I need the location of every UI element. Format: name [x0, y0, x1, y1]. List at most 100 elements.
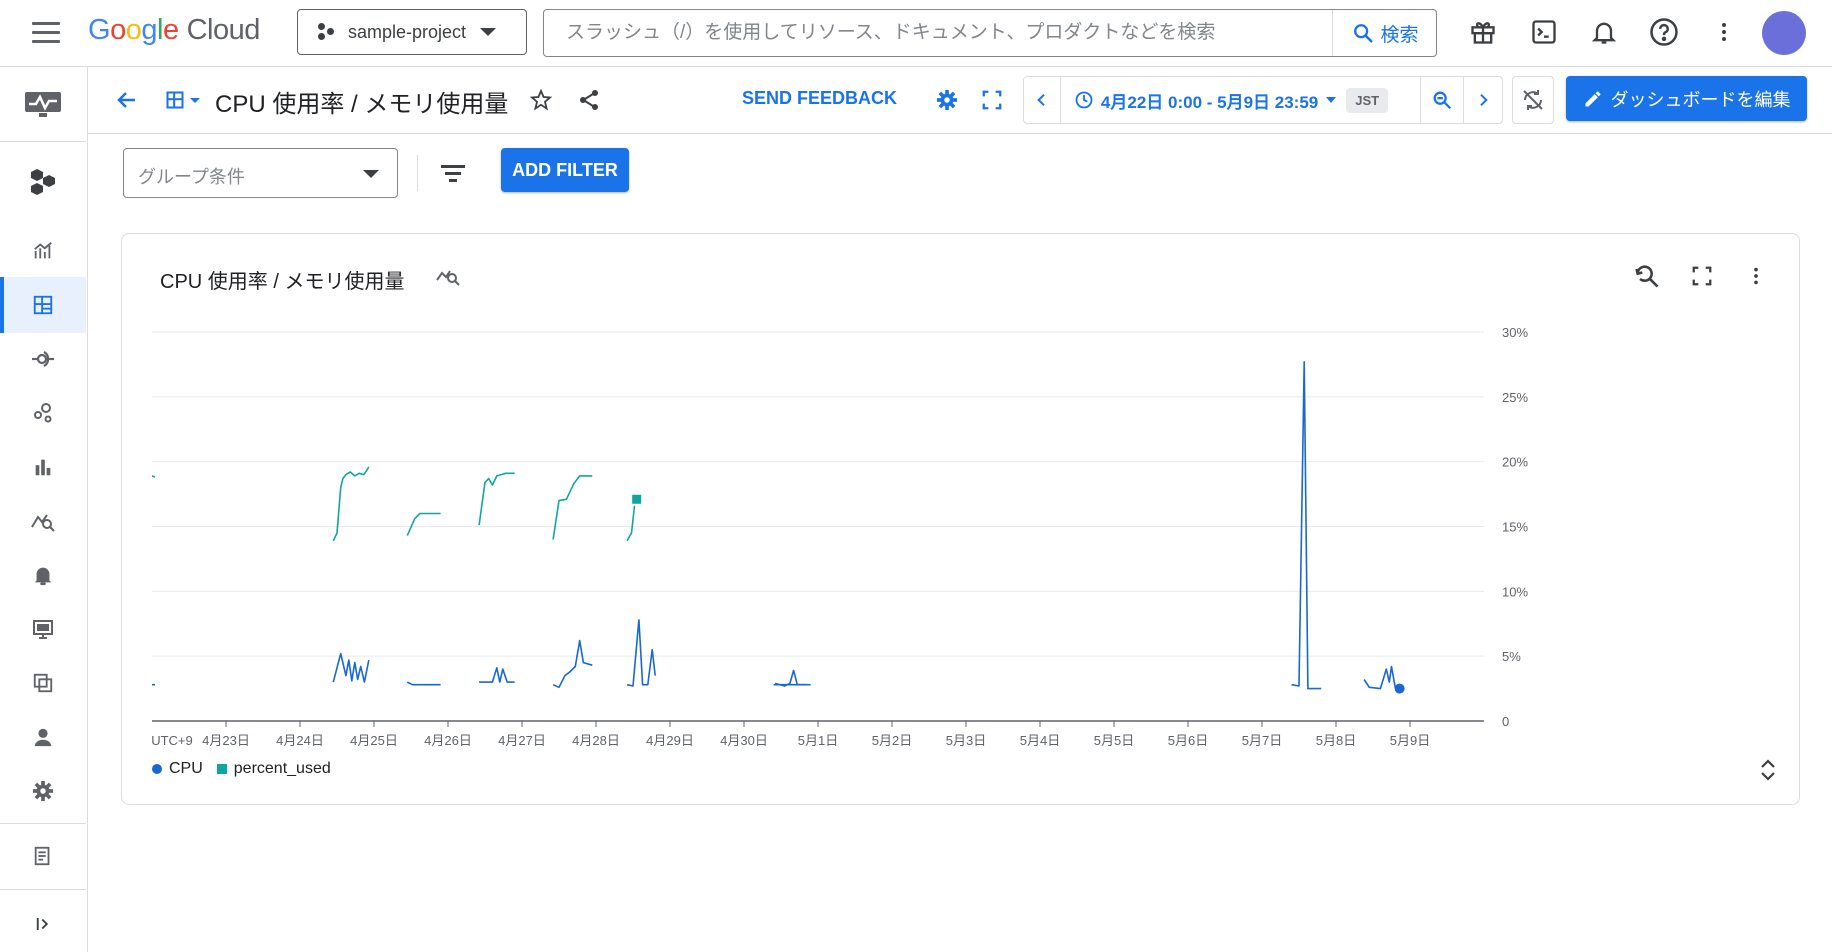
- time-range-controls: 4月22日 0:00 - 5月9日 23:59 JST: [1023, 76, 1503, 124]
- unfold-more-icon[interactable]: [1752, 754, 1784, 786]
- time-range-label: 4月22日 0:00 - 5月9日 23:59: [1100, 92, 1319, 112]
- gift-icon[interactable]: [1466, 15, 1500, 49]
- x-tick-label: UTC+9: [151, 733, 193, 748]
- cpu-series-line: [626, 619, 656, 687]
- bar-chart-icon[interactable]: [0, 443, 86, 491]
- fullscreen-icon[interactable]: [975, 83, 1009, 117]
- pencil-icon: [1585, 90, 1600, 106]
- group-by-select[interactable]: グループ条件: [123, 148, 398, 198]
- x-tick-label: 5月1日: [798, 733, 838, 748]
- release-notes-icon[interactable]: [0, 829, 86, 883]
- hexagons-icon[interactable]: [0, 151, 86, 213]
- sync-off-icon[interactable]: [1512, 76, 1554, 124]
- legend-memory-marker: [216, 764, 227, 774]
- send-feedback-link[interactable]: SEND FEEDBACK: [742, 88, 897, 109]
- chart-legend: CPU percent_used: [152, 760, 331, 778]
- y-tick-label: 0: [1502, 714, 1509, 729]
- bell-icon[interactable]: [1587, 15, 1621, 49]
- monitor-icon[interactable]: [0, 605, 86, 653]
- dashboard-picker[interactable]: [160, 83, 204, 117]
- x-tick-label: 5月4日: [1020, 733, 1060, 748]
- y-tick-label: 25%: [1502, 390, 1528, 405]
- gear-icon[interactable]: [930, 83, 964, 117]
- x-tick-label: 4月30日: [720, 733, 768, 748]
- x-tick-label: 5月5日: [1094, 733, 1134, 748]
- cpu-series-line: [332, 652, 370, 683]
- chevron-right-icon[interactable]: [1464, 77, 1502, 123]
- chevron-down-icon: [189, 97, 200, 103]
- monitoring-logo-icon[interactable]: [0, 77, 86, 131]
- group-by-placeholder: グループ条件: [138, 167, 245, 187]
- edit-dashboard-label: ダッシュボードを編集: [1610, 89, 1791, 110]
- memory-series-line: [626, 505, 636, 542]
- google-cloud-logo[interactable]: Google Cloud: [88, 14, 260, 47]
- terminal-icon[interactable]: [1527, 15, 1561, 49]
- x-tick-label: 4月29日: [646, 733, 694, 748]
- search-input[interactable]: [544, 10, 1330, 56]
- more-vert-icon[interactable]: [1707, 15, 1741, 49]
- project-selector[interactable]: sample-project: [297, 9, 527, 55]
- legend-memory-label[interactable]: percent_used: [234, 760, 331, 778]
- x-tick-label: 4月25日: [350, 733, 398, 748]
- y-tick-label: 20%: [1502, 455, 1528, 470]
- line-chart: 30% 25% 20% 15% 10% 5% 0 UTC+9 4月23日 4月24日 4月25日 4月…: [151, 325, 1528, 748]
- chart-card: CPU 使用率 / メモリ使用量 30% 25% 20% 15% 10% 5% 0 UTC+9…: [121, 233, 1800, 805]
- project-name: sample-project: [348, 21, 467, 42]
- add-filter-button[interactable]: ADD FILTER: [501, 148, 629, 192]
- star-icon[interactable]: [524, 83, 558, 117]
- share-icon[interactable]: [572, 83, 606, 117]
- person-icon[interactable]: [0, 713, 86, 761]
- search-button-label: 検索: [1380, 24, 1419, 46]
- divider: [417, 155, 418, 191]
- y-tick-label: 30%: [1502, 325, 1528, 340]
- memory-series-line: [406, 512, 441, 536]
- groups-icon[interactable]: [0, 659, 86, 707]
- edit-dashboard-button[interactable]: ダッシュボードを編集: [1566, 76, 1807, 121]
- clock-icon: [1075, 91, 1093, 109]
- x-tick-label: 4月27日: [498, 733, 546, 748]
- dashboard-grid-icon: [166, 91, 183, 109]
- legend-cpu-label[interactable]: CPU: [169, 760, 203, 778]
- services-icon[interactable]: [0, 335, 86, 383]
- x-tick-label: 4月26日: [424, 733, 472, 748]
- integrations-icon[interactable]: [0, 389, 86, 437]
- back-arrow-icon[interactable]: [110, 83, 144, 117]
- timezone-badge[interactable]: JST: [1346, 87, 1389, 113]
- logo-cloud-text: Cloud: [186, 14, 261, 46]
- time-range-picker[interactable]: 4月22日 0:00 - 5月9日 23:59 JST: [1061, 77, 1401, 123]
- y-tick-label: 15%: [1502, 520, 1528, 535]
- memory-series-line: [478, 472, 515, 526]
- chevron-down-icon: [363, 170, 379, 178]
- y-tick-label: 5%: [1502, 649, 1521, 664]
- x-tick-label: 5月3日: [946, 733, 986, 748]
- project-dots-icon: [318, 23, 336, 41]
- chevron-down-icon: [1326, 97, 1337, 103]
- search-bar: 検索: [543, 9, 1437, 57]
- collapse-icon[interactable]: [0, 897, 86, 951]
- alerting-icon[interactable]: [0, 551, 86, 599]
- search-icon: [1354, 24, 1374, 43]
- search-button[interactable]: 検索: [1332, 10, 1438, 56]
- logo-google-text: Google: [88, 14, 179, 46]
- account-avatar[interactable]: [1762, 11, 1806, 55]
- x-tick-label: 5月6日: [1168, 733, 1208, 748]
- x-tick-label: 5月8日: [1316, 733, 1356, 748]
- settings-icon[interactable]: [0, 767, 86, 815]
- memory-series-line: [332, 466, 370, 542]
- memory-point: [632, 494, 642, 504]
- dashboards-icon[interactable]: [0, 277, 86, 333]
- help-icon[interactable]: [1647, 15, 1681, 49]
- chevron-left-icon[interactable]: [1024, 77, 1060, 123]
- main-menu-icon[interactable]: [32, 22, 60, 44]
- page-title: CPU 使用率 / メモリ使用量: [215, 91, 509, 118]
- cpu-series-line: [479, 666, 515, 683]
- query-icon[interactable]: [0, 497, 86, 545]
- chevron-down-icon: [480, 28, 497, 36]
- cpu-series-line: [552, 639, 593, 689]
- x-tick-label: 4月23日: [202, 733, 250, 748]
- metrics-explorer-icon[interactable]: [0, 227, 86, 275]
- left-navigation: [0, 67, 88, 952]
- zoom-out-icon[interactable]: [1421, 77, 1463, 123]
- filter-list-icon[interactable]: [437, 157, 469, 189]
- y-tick-label: 10%: [1502, 584, 1528, 599]
